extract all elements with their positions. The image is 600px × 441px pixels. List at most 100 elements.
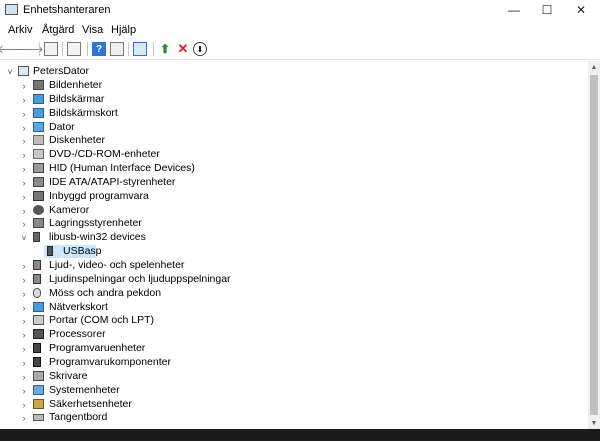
port-icon: [33, 315, 44, 325]
tree-category-row[interactable]: › IDE ATA/ATAPI-styrenheter: [0, 176, 588, 189]
usb-plug-icon: [47, 246, 53, 256]
tree-category-row[interactable]: › Möss och andra pekdon: [0, 287, 588, 300]
speaker-icon: [33, 260, 41, 270]
menu-visa[interactable]: Visa: [82, 24, 103, 36]
title-bar[interactable]: Enhetshanteraren — ☐ ✕: [0, 0, 600, 20]
forward-arrow-icon[interactable]: 🡒: [14, 42, 44, 56]
tree-category-row[interactable]: › Bildskärmskort: [0, 107, 588, 120]
scroll-down-arrow-icon[interactable]: ▼: [588, 417, 600, 429]
uninstall-device-icon[interactable]: ✕: [176, 41, 190, 56]
toolbar-separator: [39, 42, 40, 56]
close-button[interactable]: ✕: [564, 0, 598, 20]
expand-chevron-icon[interactable]: ›: [19, 148, 29, 161]
tree-category-row[interactable]: › HID (Human Interface Devices): [0, 162, 588, 175]
firmware-icon: [33, 191, 44, 201]
expand-chevron-icon[interactable]: ›: [19, 190, 29, 203]
expand-chevron-icon[interactable]: ›: [19, 217, 29, 230]
expand-chevron-icon[interactable]: ›: [19, 328, 29, 341]
tree-category-row[interactable]: › Systemenheter: [0, 384, 588, 397]
tree-category-row[interactable]: › Nätverkskort: [0, 301, 588, 314]
scrollbar-thumb[interactable]: [590, 75, 598, 415]
tree-category-row[interactable]: › Ljud-, video- och spelenheter: [0, 259, 588, 272]
tree-category-row[interactable]: › Processorer: [0, 328, 588, 341]
tree-item-label: Programvaruenheter: [49, 342, 146, 354]
action-pane-icon[interactable]: [110, 42, 124, 56]
software-component-icon: [33, 357, 41, 367]
menu-atgard[interactable]: Åtgärd: [42, 24, 74, 36]
tree-category-row[interactable]: › DVD-/CD-ROM-enheter: [0, 148, 588, 161]
tree-item-label: HID (Human Interface Devices): [49, 162, 195, 174]
expand-chevron-icon[interactable]: ›: [19, 107, 29, 120]
properties-icon[interactable]: [67, 42, 81, 56]
update-driver-icon[interactable]: ⬆: [158, 42, 172, 56]
maximize-button[interactable]: ☐: [530, 0, 564, 20]
tree-category-row[interactable]: › Bildskärmar: [0, 93, 588, 106]
tree-item-label: Ljudinspelningar och ljuduppspelningar: [49, 273, 231, 285]
expand-chevron-icon[interactable]: ›: [19, 398, 29, 411]
expand-chevron-icon[interactable]: ›: [19, 411, 29, 424]
scroll-up-arrow-icon[interactable]: ▲: [588, 61, 600, 73]
menu-hjalp[interactable]: Hjälp: [111, 24, 136, 36]
expand-chevron-icon[interactable]: ›: [19, 287, 29, 300]
expand-chevron-icon[interactable]: ›: [19, 204, 29, 217]
collapse-chevron-icon[interactable]: ˅: [19, 231, 29, 244]
tree-category-row[interactable]: ˅ libusb-win32 devices: [0, 231, 588, 244]
system-device-icon: [33, 385, 44, 395]
tree-category-row[interactable]: › Tangentbord: [0, 411, 588, 424]
expand-chevron-icon[interactable]: ›: [19, 384, 29, 397]
tree-item-label: Portar (COM och LPT): [49, 314, 155, 326]
tree-root-row[interactable]: ˅ PetersDator: [0, 65, 588, 78]
tree-category-row[interactable]: › Dator: [0, 121, 588, 134]
scan-hardware-icon[interactable]: [133, 42, 147, 56]
toolbar: 🡐 🡒 ? ⬆ ✕ ⬇: [0, 39, 600, 60]
expand-chevron-icon[interactable]: ›: [19, 79, 29, 92]
toolbar-separator: [87, 42, 88, 56]
tree-category-row[interactable]: › Programvaruenheter: [0, 342, 588, 355]
expand-chevron-icon[interactable]: ›: [19, 301, 29, 314]
show-hide-console-tree-icon[interactable]: [44, 42, 58, 56]
expand-chevron-icon[interactable]: ›: [19, 273, 29, 286]
expand-chevron-icon[interactable]: ›: [19, 314, 29, 327]
menu-arkiv[interactable]: Arkiv: [8, 24, 32, 36]
tree-item-label: Lagringsstyrenheter: [49, 217, 142, 229]
webcam-icon: [33, 205, 44, 215]
processor-icon: [33, 329, 44, 339]
expand-chevron-icon[interactable]: ›: [19, 370, 29, 383]
tree-category-row[interactable]: › Kameror: [0, 204, 588, 217]
expand-chevron-icon[interactable]: ›: [19, 176, 29, 189]
tree-category-row[interactable]: › Skrivare: [0, 370, 588, 383]
device-tree: ˅ PetersDator › Bildenheter › Bildskärmar › B…: [0, 61, 588, 429]
expand-chevron-icon[interactable]: ›: [19, 356, 29, 369]
expand-chevron-icon[interactable]: ›: [19, 93, 29, 106]
collapse-chevron-icon[interactable]: ˅: [5, 65, 15, 78]
software-device-icon: [33, 343, 41, 353]
tree-category-row[interactable]: › Lagringsstyrenheter: [0, 217, 588, 230]
tree-category-row[interactable]: › Ljudinspelningar och ljuduppspelningar: [0, 273, 588, 286]
expand-chevron-icon[interactable]: ›: [19, 134, 29, 147]
hid-icon: [33, 163, 44, 173]
computer-icon: [33, 122, 44, 132]
tree-category-row[interactable]: › Bildenheter: [0, 79, 588, 92]
printer-icon: [33, 371, 44, 381]
expand-chevron-icon[interactable]: ›: [19, 162, 29, 175]
menu-bar: Arkiv Åtgärd Visa Hjälp: [0, 21, 600, 38]
help-icon[interactable]: ?: [92, 42, 106, 56]
expand-chevron-icon[interactable]: ›: [19, 342, 29, 355]
tree-category-row[interactable]: › Diskenheter: [0, 134, 588, 147]
expand-chevron-icon[interactable]: ›: [19, 259, 29, 272]
expand-chevron-icon[interactable]: ›: [19, 121, 29, 134]
storage-controller-icon: [33, 218, 44, 228]
window-title: Enhetshanteraren: [23, 4, 111, 16]
toolbar-separator: [62, 42, 63, 56]
tree-child-row[interactable]: USBasp: [44, 245, 102, 258]
tree-item-label: IDE ATA/ATAPI-styrenheter: [49, 176, 176, 188]
tree-category-row[interactable]: › Säkerhetsenheter: [0, 398, 588, 411]
tree-category-row[interactable]: › Portar (COM och LPT): [0, 314, 588, 327]
minimize-button[interactable]: —: [497, 0, 531, 20]
disable-device-icon[interactable]: ⬇: [193, 42, 207, 56]
tree-item-label: Möss och andra pekdon: [49, 287, 162, 299]
tree-category-row[interactable]: › Programvarukomponenter: [0, 356, 588, 369]
vertical-scrollbar[interactable]: ▲ ▼: [588, 61, 600, 429]
tree-category-row[interactable]: › Inbyggd programvara: [0, 190, 588, 203]
tree-item-label: Bildskärmskort: [49, 107, 118, 119]
